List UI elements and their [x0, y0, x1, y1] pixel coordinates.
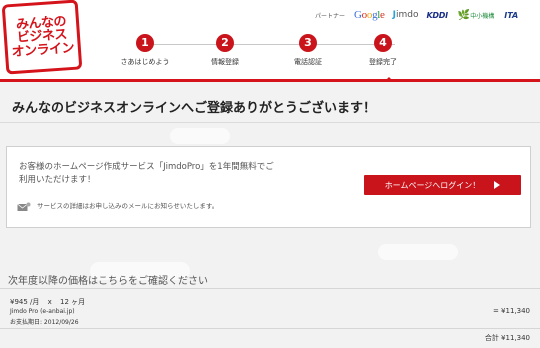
message-line-1: お客様のホームページ作成サービス「JimdoPro」を1年間無料でご	[19, 162, 274, 172]
note-text: サービスの詳細はお申し込みのメールにお知らせいたします。	[37, 202, 219, 210]
message-line-2: 利用いただけます！	[19, 175, 96, 185]
partner-logos: パートナー Google Jimdo KDDI 🌿中小機構 ITA	[315, 6, 537, 24]
times-sign: x	[47, 298, 52, 306]
step-1: 1 さあはじめよう	[100, 34, 190, 67]
product-name: Jimdo Pro (e-anbai.jp)	[10, 308, 75, 315]
login-button-label: ホームページへログイン！	[384, 180, 481, 190]
divider	[0, 122, 540, 123]
due-date: お支払期日: 2012/09/26	[10, 319, 79, 326]
logo[interactable]: みんなの ビジネス オンライン	[1, 0, 83, 75]
arrow-right-icon	[494, 181, 501, 189]
billing-period: 12 ヶ月	[60, 298, 86, 306]
step-label: 情報登録	[211, 58, 239, 66]
logo-line-3: オンライン	[11, 40, 75, 60]
step-label: 登録完了	[369, 58, 397, 66]
mail-icon	[17, 199, 31, 211]
unit-price: ¥945 /月	[10, 298, 40, 306]
current-step-indicator	[384, 77, 394, 82]
step-number: 1	[136, 34, 154, 52]
leaf-icon: 🌿	[457, 9, 471, 21]
subtotal: = ¥11,340	[492, 307, 530, 315]
partner-google-logo[interactable]: Google	[354, 9, 385, 21]
mail-note: サービスの詳細はお申し込みのメールにお知らせいたします。	[17, 198, 317, 212]
step-number: 3	[299, 34, 317, 52]
step-number: 4	[374, 34, 392, 52]
partner-kddi-logo[interactable]: KDDI	[427, 11, 449, 20]
step-label: さあはじめよう	[120, 58, 170, 66]
site-header: みんなの ビジネス オンライン パートナー Google Jimdo KDDI …	[0, 0, 540, 82]
registration-steps: 1 さあはじめよう 2 情報登録 3 電話認証 4 登録完了	[100, 34, 440, 74]
cloud-decoration	[378, 244, 458, 260]
partner-smrj-logo[interactable]: 🌿中小機構	[458, 10, 494, 21]
divider	[0, 288, 540, 289]
step-2: 2 情報登録	[180, 34, 270, 67]
partner-label: パートナー	[315, 12, 346, 20]
page-title: みんなのビジネスオンラインへご登録ありがとうございます！	[12, 101, 377, 116]
homepage-login-button[interactable]: ホームページへログイン！	[364, 175, 521, 195]
step-number: 2	[216, 34, 234, 52]
step-4-current: 4 登録完了	[338, 34, 428, 67]
message-text: お客様のホームページ作成サービス「JimdoPro」を1年間無料でご 利用いただ…	[19, 161, 339, 187]
price-breakdown: ¥945 /月 x 12 ヶ月	[10, 297, 91, 307]
cloud-decoration	[170, 128, 230, 144]
message-box: お客様のホームページ作成サービス「JimdoPro」を1年間無料でご 利用いただ…	[6, 146, 531, 228]
partner-jimdo-logo[interactable]: Jimdo	[393, 10, 419, 20]
partner-ita-logo[interactable]: ITA	[504, 11, 518, 20]
pricing-heading: 次年度以降の価格はこちらをご確認ください	[8, 276, 208, 287]
divider	[0, 328, 540, 329]
total-price: 合計 ¥11,340	[484, 334, 530, 342]
